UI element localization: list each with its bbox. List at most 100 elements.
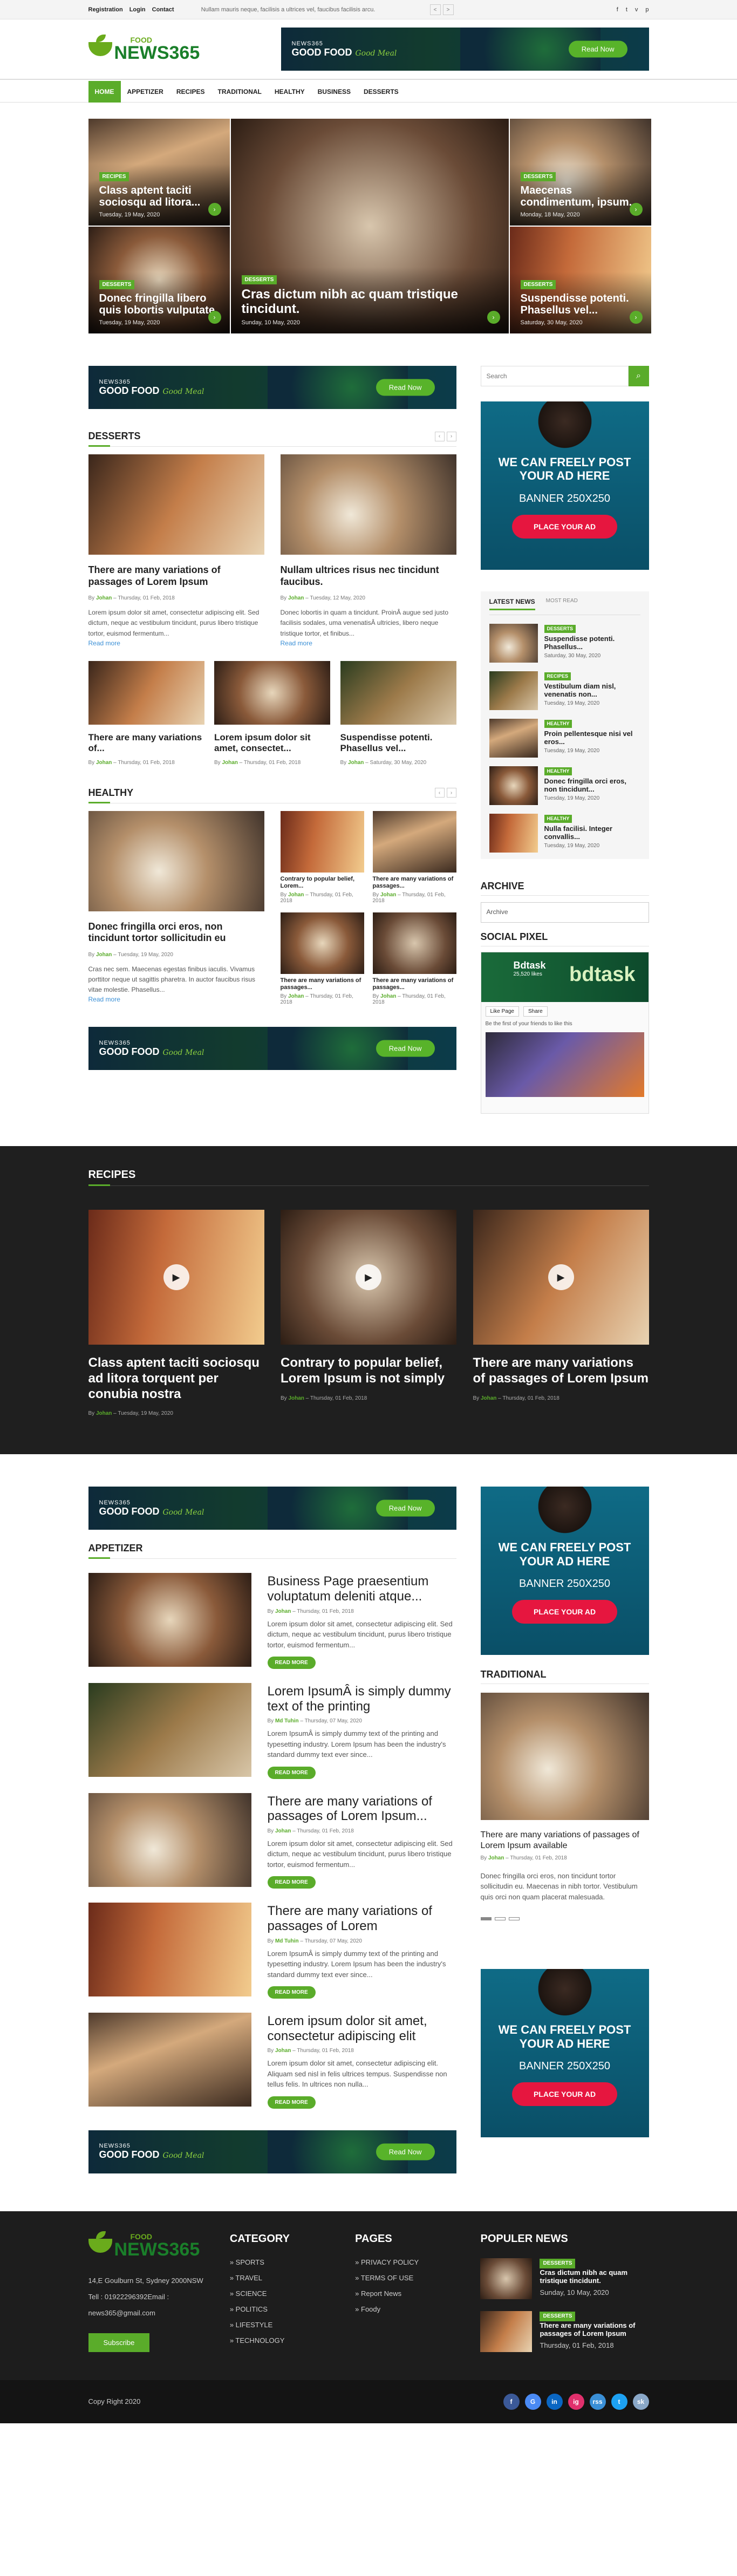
search-icon[interactable]: ⌕ <box>628 366 649 386</box>
hero-title[interactable]: Cras dictum nibh ac quam tristique tinci… <box>242 288 498 316</box>
list-item[interactable]: DESSERTS Suspendisse potenti. Phasellus..… <box>489 624 640 663</box>
ticker-prev-button[interactable]: < <box>429 4 441 15</box>
article-image[interactable] <box>340 660 456 725</box>
page-link[interactable]: » Foody <box>355 2305 463 2313</box>
article-row[interactable]: There are many variations of passages of… <box>88 1793 456 1889</box>
arrow-right-icon[interactable]: › <box>487 311 500 324</box>
nav-traditional[interactable]: Traditional <box>211 81 268 103</box>
vimeo-icon[interactable]: v <box>635 6 638 13</box>
nav-appetizer[interactable]: Appetizer <box>121 81 170 103</box>
arrow-right-icon[interactable]: › <box>629 203 643 216</box>
video-card[interactable]: ▶ Class aptent taciti sociosqu ad litora … <box>88 1210 264 1416</box>
read-more-button[interactable]: READ MORE <box>267 1657 316 1669</box>
thumb-image[interactable] <box>480 2311 533 2352</box>
contact-link[interactable]: Contact <box>152 6 174 13</box>
author-link[interactable]: Johan <box>288 993 304 999</box>
thumb-image[interactable] <box>489 624 538 663</box>
article-row[interactable]: Business Page praesentium voluptatum del… <box>88 1573 456 1669</box>
list-item[interactable]: RECIPES Vestibulum diam nisl, venenatis n… <box>489 671 640 710</box>
article-image[interactable] <box>88 660 204 725</box>
hero-title[interactable]: Class aptent taciti sociosqu ad litora..… <box>99 185 219 208</box>
list-item[interactable]: HEALTHY Nulla facilisi. Integer convallis… <box>489 814 640 853</box>
author-link[interactable]: Johan <box>288 892 304 898</box>
category-link[interactable]: » SCIENCE <box>230 2289 338 2298</box>
article-card[interactable]: There are many variations of passages of… <box>88 454 264 647</box>
nav-home[interactable]: Home <box>88 81 121 103</box>
article-card-mini[interactable]: There are many variations of passages...… <box>372 912 456 1005</box>
read-more-button[interactable]: READ MORE <box>267 2096 316 2109</box>
article-row[interactable]: Lorem ipsum dolor sit amet, consectetur … <box>88 2013 456 2109</box>
category-tag[interactable]: DESSERTS <box>99 280 135 289</box>
linkedin-icon[interactable]: in <box>546 2393 563 2410</box>
header-banner[interactable]: NEWS365 GOOD FOOD Good Meal Read Now <box>281 28 649 71</box>
category-tag[interactable]: DESSERTS <box>540 2258 576 2268</box>
video-card[interactable]: ▶ Contrary to popular belief, Lorem Ipsum… <box>281 1210 456 1416</box>
read-more-link[interactable]: Read more <box>88 996 120 1003</box>
fb-share-button[interactable]: Share <box>523 1006 548 1017</box>
subscribe-button[interactable]: Subscribe <box>88 2333 150 2352</box>
play-icon[interactable]: ▶ <box>163 1264 189 1290</box>
banner-read-now-button[interactable]: Read Now <box>568 40 627 58</box>
article-image[interactable] <box>88 810 264 911</box>
category-tag[interactable]: RECIPES <box>99 172 129 181</box>
article-image[interactable] <box>214 660 330 725</box>
twitter-icon[interactable]: t <box>611 2393 627 2410</box>
thumb-image[interactable] <box>480 2258 533 2299</box>
article-card-small[interactable]: Lorem ipsum dolor sit amet, consectet...… <box>214 660 330 766</box>
category-tag[interactable]: RECIPES <box>544 672 571 680</box>
article-image[interactable] <box>280 912 364 974</box>
video-thumb[interactable]: ▶ <box>88 1210 264 1345</box>
content-banner[interactable]: NEWS365 GOOD FOOD Good Meal Read Now <box>88 366 456 409</box>
article-card[interactable]: Nullam ultrices risus nec tincidunt fauc… <box>280 454 456 647</box>
list-item[interactable]: HEALTHY Donec fringilla orci eros, non ti… <box>489 766 640 805</box>
banner-read-now-button[interactable]: Read Now <box>376 1500 435 1517</box>
page-link[interactable]: » PRIVACY POLICY <box>355 2258 463 2266</box>
place-ad-button[interactable]: PLACE YOUR AD <box>511 2082 618 2106</box>
video-title[interactable]: There are many variations of passages of… <box>473 1355 649 1387</box>
hero-tile[interactable]: DESSERTS Maecenas condimentum, ipsum... … <box>509 119 651 226</box>
fb-post-image[interactable] <box>485 1032 644 1097</box>
read-more-button[interactable]: READ MORE <box>267 1986 316 1999</box>
article-title[interactable]: Business Page praesentium voluptatum del… <box>268 1574 456 1604</box>
category-link[interactable]: » POLITICS <box>230 2305 338 2313</box>
ad-box[interactable]: WE CAN FREELY POST YOUR AD HERE BANNER 2… <box>480 1487 649 1655</box>
facebook-icon[interactable]: f <box>503 2393 520 2410</box>
article-title[interactable]: There are many variations of passages... <box>281 977 364 991</box>
chevron-right-icon[interactable]: › <box>446 431 456 441</box>
video-thumb[interactable]: ▶ <box>281 1210 456 1345</box>
carousel-dot[interactable] <box>494 1917 506 1921</box>
category-tag[interactable]: DESSERTS <box>540 2311 576 2321</box>
popular-item[interactable]: DESSERTS There are many variations of pas… <box>480 2311 649 2352</box>
article-image[interactable] <box>88 1573 251 1667</box>
skype-icon[interactable]: sk <box>632 2393 649 2410</box>
article-image[interactable] <box>88 1793 251 1887</box>
article-title[interactable]: Lorem IpsumÂ is simply dummy text of the… <box>268 1684 456 1714</box>
video-title[interactable]: Class aptent taciti sociosqu ad litora t… <box>88 1355 264 1402</box>
carousel-dot[interactable] <box>480 1917 492 1921</box>
popular-title[interactable]: There are many variations of passages of… <box>540 2321 649 2338</box>
list-item[interactable]: HEALTHY Proin pellentesque nisi vel eros.… <box>489 719 640 758</box>
category-tag[interactable]: DESSERTS <box>241 275 277 285</box>
author-link[interactable]: Johan <box>481 1395 496 1401</box>
article-image[interactable] <box>372 912 456 974</box>
footer-logo[interactable]: FOOD NEWS365 <box>88 2231 213 2259</box>
hero-title[interactable]: Maecenas condimentum, ipsum... <box>521 185 640 208</box>
fb-like-button[interactable]: Like Page <box>485 1006 519 1017</box>
content-banner[interactable]: NEWS365 GOOD FOOD Good Meal Read Now <box>88 1027 456 1071</box>
hero-tile[interactable]: DESSERTS Donec fringilla libero quis lob… <box>88 227 230 333</box>
article-card[interactable]: Donec fringilla orci eros, non tincidunt… <box>88 810 264 1006</box>
article-image[interactable] <box>480 1693 649 1821</box>
article-card-mini[interactable]: There are many variations of passages...… <box>280 912 364 1005</box>
category-tag[interactable]: HEALTHY <box>544 720 572 728</box>
author-link[interactable]: Johan <box>96 760 112 766</box>
banner-read-now-button[interactable]: Read Now <box>376 2143 435 2161</box>
article-title[interactable]: There are many variations of passages of… <box>268 1904 456 1933</box>
category-link[interactable]: » TRAVEL <box>230 2274 338 2282</box>
author-link[interactable]: Johan <box>488 1855 504 1861</box>
list-title[interactable]: Proin pellentesque nisi vel eros... <box>544 730 640 746</box>
list-title[interactable]: Suspendisse potenti. Phasellus... <box>544 635 640 651</box>
article-row[interactable]: Lorem IpsumÂ is simply dummy text of the… <box>88 1683 456 1779</box>
article-image[interactable] <box>372 810 456 873</box>
list-title[interactable]: Donec fringilla orci eros, non tincidunt… <box>544 777 640 794</box>
article-title[interactable]: Lorem ipsum dolor sit amet, consectet... <box>214 732 330 754</box>
